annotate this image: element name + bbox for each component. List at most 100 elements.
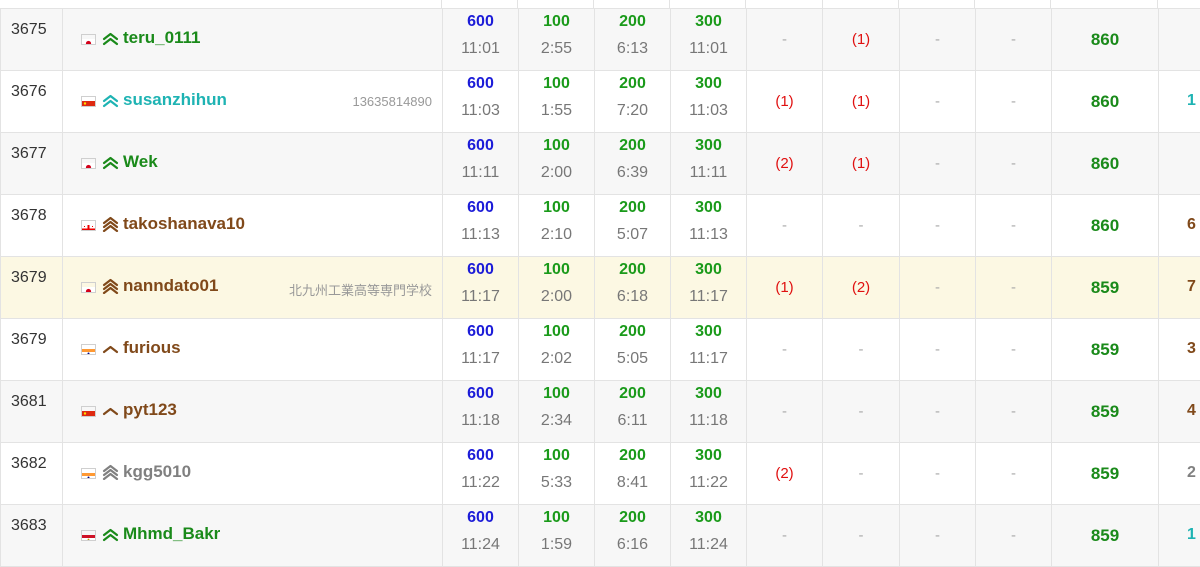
penalty-cell[interactable]: (2) bbox=[747, 443, 823, 505]
penalty-cell[interactable]: (1) bbox=[823, 9, 900, 71]
task-result-cell[interactable]: 100 1:55 bbox=[519, 71, 595, 133]
username-link[interactable]: furious bbox=[123, 338, 181, 358]
task-result-cell[interactable]: 300 11:24 bbox=[671, 505, 747, 567]
task-result-cell[interactable]: 200 6:18 bbox=[595, 257, 671, 319]
username-link[interactable]: takoshanava10 bbox=[123, 214, 245, 234]
penalty-cell[interactable]: (1) bbox=[747, 71, 823, 133]
penalty-cell[interactable]: - bbox=[976, 257, 1052, 319]
task-result-cell[interactable]: 100 2:10 bbox=[519, 195, 595, 257]
task-result-cell[interactable]: 600 11:11 bbox=[443, 133, 519, 195]
task-result-cell[interactable]: 300 11:17 bbox=[671, 319, 747, 381]
penalty-cell[interactable]: - bbox=[900, 505, 976, 567]
penalty-cell[interactable]: - bbox=[823, 195, 900, 257]
penalty-cell[interactable]: - bbox=[823, 505, 900, 567]
penalty-value: (2) bbox=[775, 465, 793, 482]
user-cell: furious bbox=[63, 319, 443, 381]
table-row: 3677 Wek 600 11:11 100 2:00 200 6:39 300… bbox=[1, 133, 1200, 195]
task-result-cell[interactable]: 200 6:16 bbox=[595, 505, 671, 567]
rank-number: 3675 bbox=[11, 9, 62, 39]
penalty-cell[interactable]: - bbox=[976, 319, 1052, 381]
penalty-cell[interactable]: - bbox=[900, 9, 976, 71]
username-link[interactable]: Mhmd_Bakr bbox=[123, 524, 220, 544]
username-link[interactable]: susanzhihun bbox=[123, 90, 227, 110]
penalty-cell[interactable]: (1) bbox=[823, 71, 900, 133]
task-result-cell[interactable]: 600 11:03 bbox=[443, 71, 519, 133]
task-score: 600 bbox=[443, 13, 518, 31]
task-result-cell[interactable]: 200 6:13 bbox=[595, 9, 671, 71]
task-result-cell[interactable]: 600 11:01 bbox=[443, 9, 519, 71]
task-result-cell[interactable]: 600 11:18 bbox=[443, 381, 519, 443]
task-result-cell[interactable]: 600 11:17 bbox=[443, 257, 519, 319]
task-result-cell[interactable]: 100 2:00 bbox=[519, 257, 595, 319]
penalty-cell[interactable]: - bbox=[976, 195, 1052, 257]
task-result-cell[interactable]: 200 6:39 bbox=[595, 133, 671, 195]
task-result-cell[interactable]: 600 11:22 bbox=[443, 443, 519, 505]
penalty-cell[interactable]: - bbox=[900, 195, 976, 257]
task-result-cell[interactable]: 300 11:22 bbox=[671, 443, 747, 505]
china-flag-icon bbox=[81, 96, 96, 107]
penalty-value: - bbox=[782, 341, 787, 358]
penalty-cell[interactable]: - bbox=[900, 71, 976, 133]
penalty-cell[interactable]: - bbox=[747, 319, 823, 381]
task-time: 11:24 bbox=[443, 536, 518, 554]
task-time: 6:39 bbox=[595, 164, 670, 182]
task-result-cell[interactable]: 100 5:33 bbox=[519, 443, 595, 505]
penalty-cell[interactable]: (2) bbox=[823, 257, 900, 319]
username-link[interactable]: Wek bbox=[123, 152, 158, 172]
username-link[interactable]: nanndato01 bbox=[123, 276, 218, 296]
task-result-cell[interactable]: 300 11:01 bbox=[671, 9, 747, 71]
penalty-cell[interactable]: - bbox=[747, 381, 823, 443]
task-result-cell[interactable]: 600 11:17 bbox=[443, 319, 519, 381]
task-result-cell[interactable]: 100 1:59 bbox=[519, 505, 595, 567]
task-result-cell[interactable]: 200 5:05 bbox=[595, 319, 671, 381]
penalty-cell[interactable]: - bbox=[900, 443, 976, 505]
task-result-cell[interactable]: 300 11:11 bbox=[671, 133, 747, 195]
penalty-cell[interactable]: (1) bbox=[747, 257, 823, 319]
penalty-cell[interactable]: - bbox=[976, 133, 1052, 195]
penalty-cell[interactable]: - bbox=[976, 9, 1052, 71]
penalty-cell[interactable]: - bbox=[976, 381, 1052, 443]
task-result-cell[interactable]: 200 6:11 bbox=[595, 381, 671, 443]
penalty-cell[interactable]: - bbox=[823, 443, 900, 505]
penalty-cell[interactable]: - bbox=[900, 133, 976, 195]
task-result-cell[interactable]: 300 11:13 bbox=[671, 195, 747, 257]
penalty-cell[interactable]: - bbox=[976, 505, 1052, 567]
penalty-cell[interactable]: - bbox=[900, 381, 976, 443]
penalty-cell[interactable]: - bbox=[900, 319, 976, 381]
penalty-cell[interactable]: (1) bbox=[823, 133, 900, 195]
penalty-cell[interactable]: - bbox=[823, 381, 900, 443]
next-column-cell: 3 bbox=[1159, 319, 1200, 381]
task-result-cell[interactable]: 300 11:17 bbox=[671, 257, 747, 319]
japan-flag-icon bbox=[81, 158, 96, 169]
penalty-cell[interactable]: - bbox=[747, 195, 823, 257]
task-result-cell[interactable]: 200 7:20 bbox=[595, 71, 671, 133]
task-result-cell[interactable]: 600 11:24 bbox=[443, 505, 519, 567]
username-link[interactable]: teru_0111 bbox=[123, 28, 201, 48]
task-result-cell[interactable]: 300 11:03 bbox=[671, 71, 747, 133]
username-link[interactable]: pyt123 bbox=[123, 400, 177, 420]
total-score: 860 bbox=[1091, 30, 1119, 49]
penalty-cell[interactable]: - bbox=[976, 443, 1052, 505]
task-result-cell[interactable]: 600 11:13 bbox=[443, 195, 519, 257]
chevron-triple-up-icon bbox=[102, 464, 119, 480]
task-result-cell[interactable]: 100 2:02 bbox=[519, 319, 595, 381]
task-result-cell[interactable]: 300 11:18 bbox=[671, 381, 747, 443]
penalty-cell[interactable]: - bbox=[747, 505, 823, 567]
penalty-cell[interactable]: (2) bbox=[747, 133, 823, 195]
task-result-cell[interactable]: 200 5:07 bbox=[595, 195, 671, 257]
task-result-cell[interactable]: 200 8:41 bbox=[595, 443, 671, 505]
penalty-cell[interactable]: - bbox=[976, 71, 1052, 133]
task-score: 300 bbox=[671, 75, 746, 93]
task-result-cell[interactable]: 100 2:00 bbox=[519, 133, 595, 195]
task-time: 11:17 bbox=[443, 350, 518, 368]
penalty-cell[interactable]: - bbox=[900, 257, 976, 319]
next-column-cell: 1 bbox=[1159, 71, 1200, 133]
penalty-value: - bbox=[1011, 279, 1016, 296]
task-result-cell[interactable]: 100 2:55 bbox=[519, 9, 595, 71]
penalty-cell[interactable]: - bbox=[747, 9, 823, 71]
penalty-cell[interactable]: - bbox=[823, 319, 900, 381]
chevron-up-icon bbox=[102, 402, 119, 418]
task-result-cell[interactable]: 100 2:34 bbox=[519, 381, 595, 443]
username-link[interactable]: kgg5010 bbox=[123, 462, 191, 482]
rank-cell: 3676 bbox=[1, 71, 63, 133]
